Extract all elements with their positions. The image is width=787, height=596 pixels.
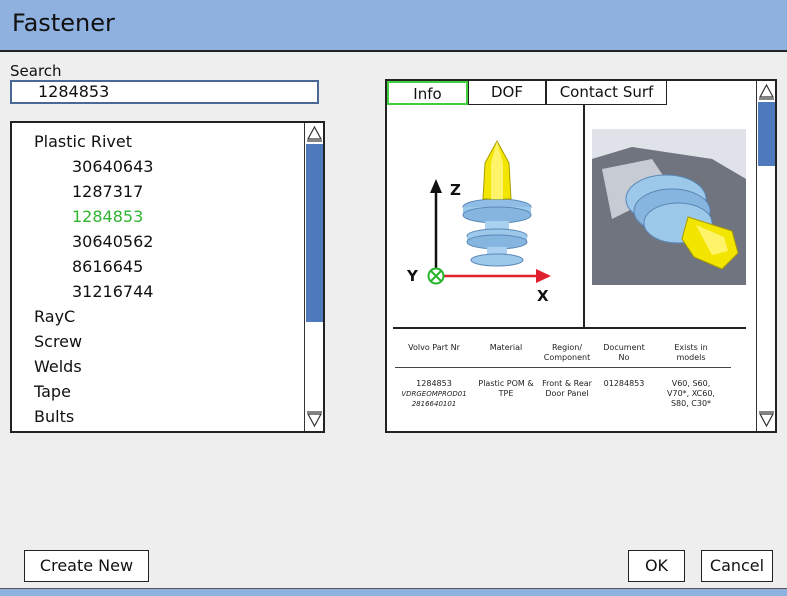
cell-part-nr: 1284853 (416, 379, 452, 388)
col-header-material: Material (489, 343, 523, 352)
list-item[interactable]: Tape (34, 382, 71, 401)
list-item[interactable]: Welds (34, 357, 82, 376)
y-axis-label: Y (407, 267, 418, 285)
col-header-models: Exists in models (674, 343, 708, 362)
scroll-up-icon[interactable] (306, 125, 323, 142)
cell-part-sub1: VDRGEOMPROD01 (401, 390, 467, 398)
col-header-region: Region/ Component (543, 343, 591, 362)
create-new-button[interactable]: Create New (24, 550, 149, 582)
scroll-down-icon[interactable] (758, 411, 775, 428)
tab-contact-surf[interactable]: Contact Surf (546, 81, 667, 105)
rivet-axes-image (427, 139, 551, 285)
cell-document-no: 01284853 (603, 379, 645, 388)
search-input[interactable]: 1284853 (10, 80, 319, 104)
z-axis-label: Z (450, 181, 461, 199)
scroll-down-icon[interactable] (306, 411, 323, 428)
table-divider (395, 367, 731, 368)
list-item[interactable]: 31216744 (72, 282, 153, 301)
col-header-part-nr: Volvo Part Nr (408, 343, 460, 352)
bottom-bar (0, 588, 787, 596)
panel-divider (583, 105, 585, 328)
cell-material: Plastic POM & TPE (478, 379, 534, 398)
tab-info[interactable]: Info (387, 81, 468, 105)
scroll-up-icon[interactable] (758, 83, 775, 100)
scroll-thumb[interactable] (306, 144, 323, 322)
x-axis-label: X (537, 287, 549, 305)
mounted-rivet-image (592, 129, 746, 285)
search-label: Search (10, 62, 62, 80)
cell-region: Front & Rear Door Panel (542, 379, 592, 398)
list-item[interactable]: 1287317 (72, 182, 143, 201)
fastener-list[interactable]: Plastic Rivet 30640643 1287317 1284853 3… (10, 121, 325, 433)
list-item[interactable]: 8616645 (72, 257, 143, 276)
panel-divider (393, 327, 746, 329)
scroll-thumb[interactable] (758, 102, 775, 166)
panel-scrollbar[interactable] (756, 81, 775, 431)
list-item[interactable]: Bults (34, 407, 74, 426)
list-item[interactable]: 30640643 (72, 157, 153, 176)
list-item[interactable]: Plastic Rivet (34, 132, 132, 151)
list-item-selected[interactable]: 1284853 (72, 207, 143, 226)
col-header-document: Document No (603, 343, 645, 362)
list-item[interactable]: Screw (34, 332, 82, 351)
info-panel: Info DOF Contact Surf Z Y X Volvo Part N… (385, 79, 777, 433)
cell-models: V60, S60, V70*, XC60, S80, C30* (667, 379, 715, 408)
list-item[interactable]: 30640562 (72, 232, 153, 251)
title-bar: Fastener (0, 0, 787, 52)
ok-button[interactable]: OK (628, 550, 685, 582)
list-item[interactable]: RayC (34, 307, 75, 326)
list-scrollbar[interactable] (304, 123, 323, 431)
cancel-button[interactable]: Cancel (701, 550, 773, 582)
tab-dof[interactable]: DOF (468, 81, 546, 105)
window-title: Fastener (12, 9, 115, 37)
cell-part-sub2: 2816640101 (411, 400, 457, 408)
